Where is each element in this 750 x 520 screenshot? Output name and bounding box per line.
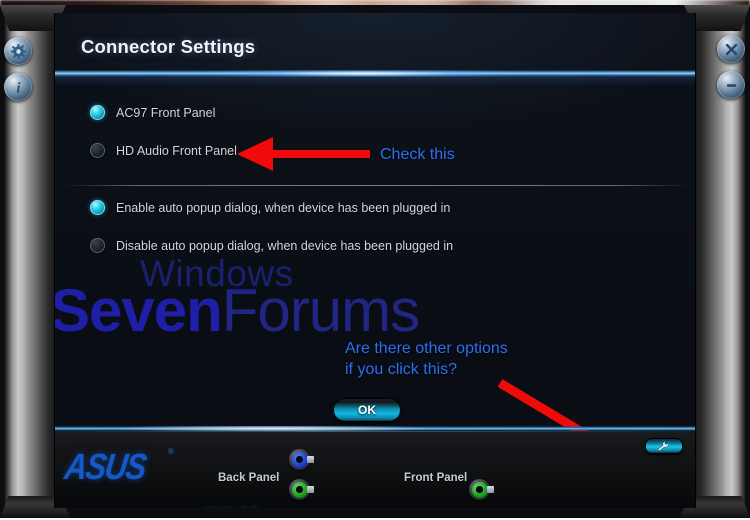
screenshot-root: Connector Settings AC97 Front Panel HD A… — [0, 0, 750, 520]
minimize-icon — [726, 83, 736, 87]
close-icon — [725, 43, 737, 55]
site-watermark: Windows SevenForums — [55, 253, 695, 344]
arrow-to-hd-audio-option — [237, 137, 370, 171]
radio-row-hd-audio-front-panel[interactable]: HD Audio Front Panel — [90, 143, 237, 158]
radio-disable-auto-popup[interactable] — [90, 238, 105, 253]
connector-settings-wrench-button[interactable] — [645, 438, 683, 454]
radio-enable-auto-popup[interactable] — [90, 200, 105, 215]
jack-back-line-out[interactable] — [289, 449, 314, 470]
page-title: Connector Settings — [81, 36, 256, 57]
jack-tab-icon — [307, 486, 314, 493]
group-separator — [63, 185, 689, 186]
svg-text:i: i — [16, 80, 20, 95]
jack-front-headphone[interactable] — [469, 479, 494, 500]
jack-tab-icon — [307, 456, 314, 463]
jack-back-line-in[interactable] — [289, 479, 314, 500]
radio-label-ac97-front-panel: AC97 Front Panel — [116, 105, 216, 120]
close-button[interactable] — [717, 35, 745, 63]
audio-manager-window: Connector Settings AC97 Front Panel HD A… — [0, 5, 750, 518]
settings-gear-button[interactable] — [4, 37, 32, 65]
info-icon: i — [16, 80, 20, 95]
radio-row-ac97-front-panel[interactable]: AC97 Front Panel — [90, 105, 215, 120]
annotation-check-this: Check this — [380, 146, 455, 163]
jack-tab-icon — [487, 486, 494, 493]
asus-logo: ASUS — [62, 445, 149, 488]
gear-icon — [10, 43, 26, 59]
radio-row-disable-auto-popup[interactable]: Disable auto popup dialog, when device h… — [90, 238, 453, 253]
wrench-icon — [657, 440, 669, 451]
title-divider — [55, 70, 695, 86]
radio-label-hd-audio-front-panel: HD Audio Front Panel — [116, 143, 237, 158]
watermark-forums: Forums — [221, 277, 420, 344]
ok-button[interactable]: OK — [333, 398, 401, 422]
minimize-button[interactable] — [717, 71, 745, 99]
watermark-sevenforums: SevenForums — [54, 276, 420, 345]
front-panel-label: Front Panel — [404, 472, 468, 484]
dialog-panel: Connector Settings AC97 Front Panel HD A… — [54, 13, 696, 508]
radio-label-enable-auto-popup: Enable auto popup dialog, when device ha… — [116, 200, 451, 215]
info-button[interactable]: i — [4, 73, 32, 101]
device-bar: ASUS ® Back Panel ANALOG Front Panel — [55, 431, 695, 508]
ok-button-label: OK — [358, 403, 376, 417]
radio-row-enable-auto-popup[interactable]: Enable auto popup dialog, when device ha… — [90, 200, 450, 215]
back-panel-label: Back Panel — [218, 472, 280, 484]
watermark-seven: Seven — [54, 277, 223, 344]
radio-ac97-front-panel[interactable] — [90, 105, 105, 120]
radio-label-disable-auto-popup: Disable auto popup dialog, when device h… — [116, 238, 454, 253]
watermark-windows: Windows — [140, 253, 294, 294]
radio-hd-audio-front-panel[interactable] — [90, 143, 105, 158]
annotation-other-options: Are there other options if you click thi… — [345, 340, 508, 378]
analog-label: ANALOG — [202, 505, 260, 508]
asus-registered-mark: ® — [168, 447, 174, 456]
